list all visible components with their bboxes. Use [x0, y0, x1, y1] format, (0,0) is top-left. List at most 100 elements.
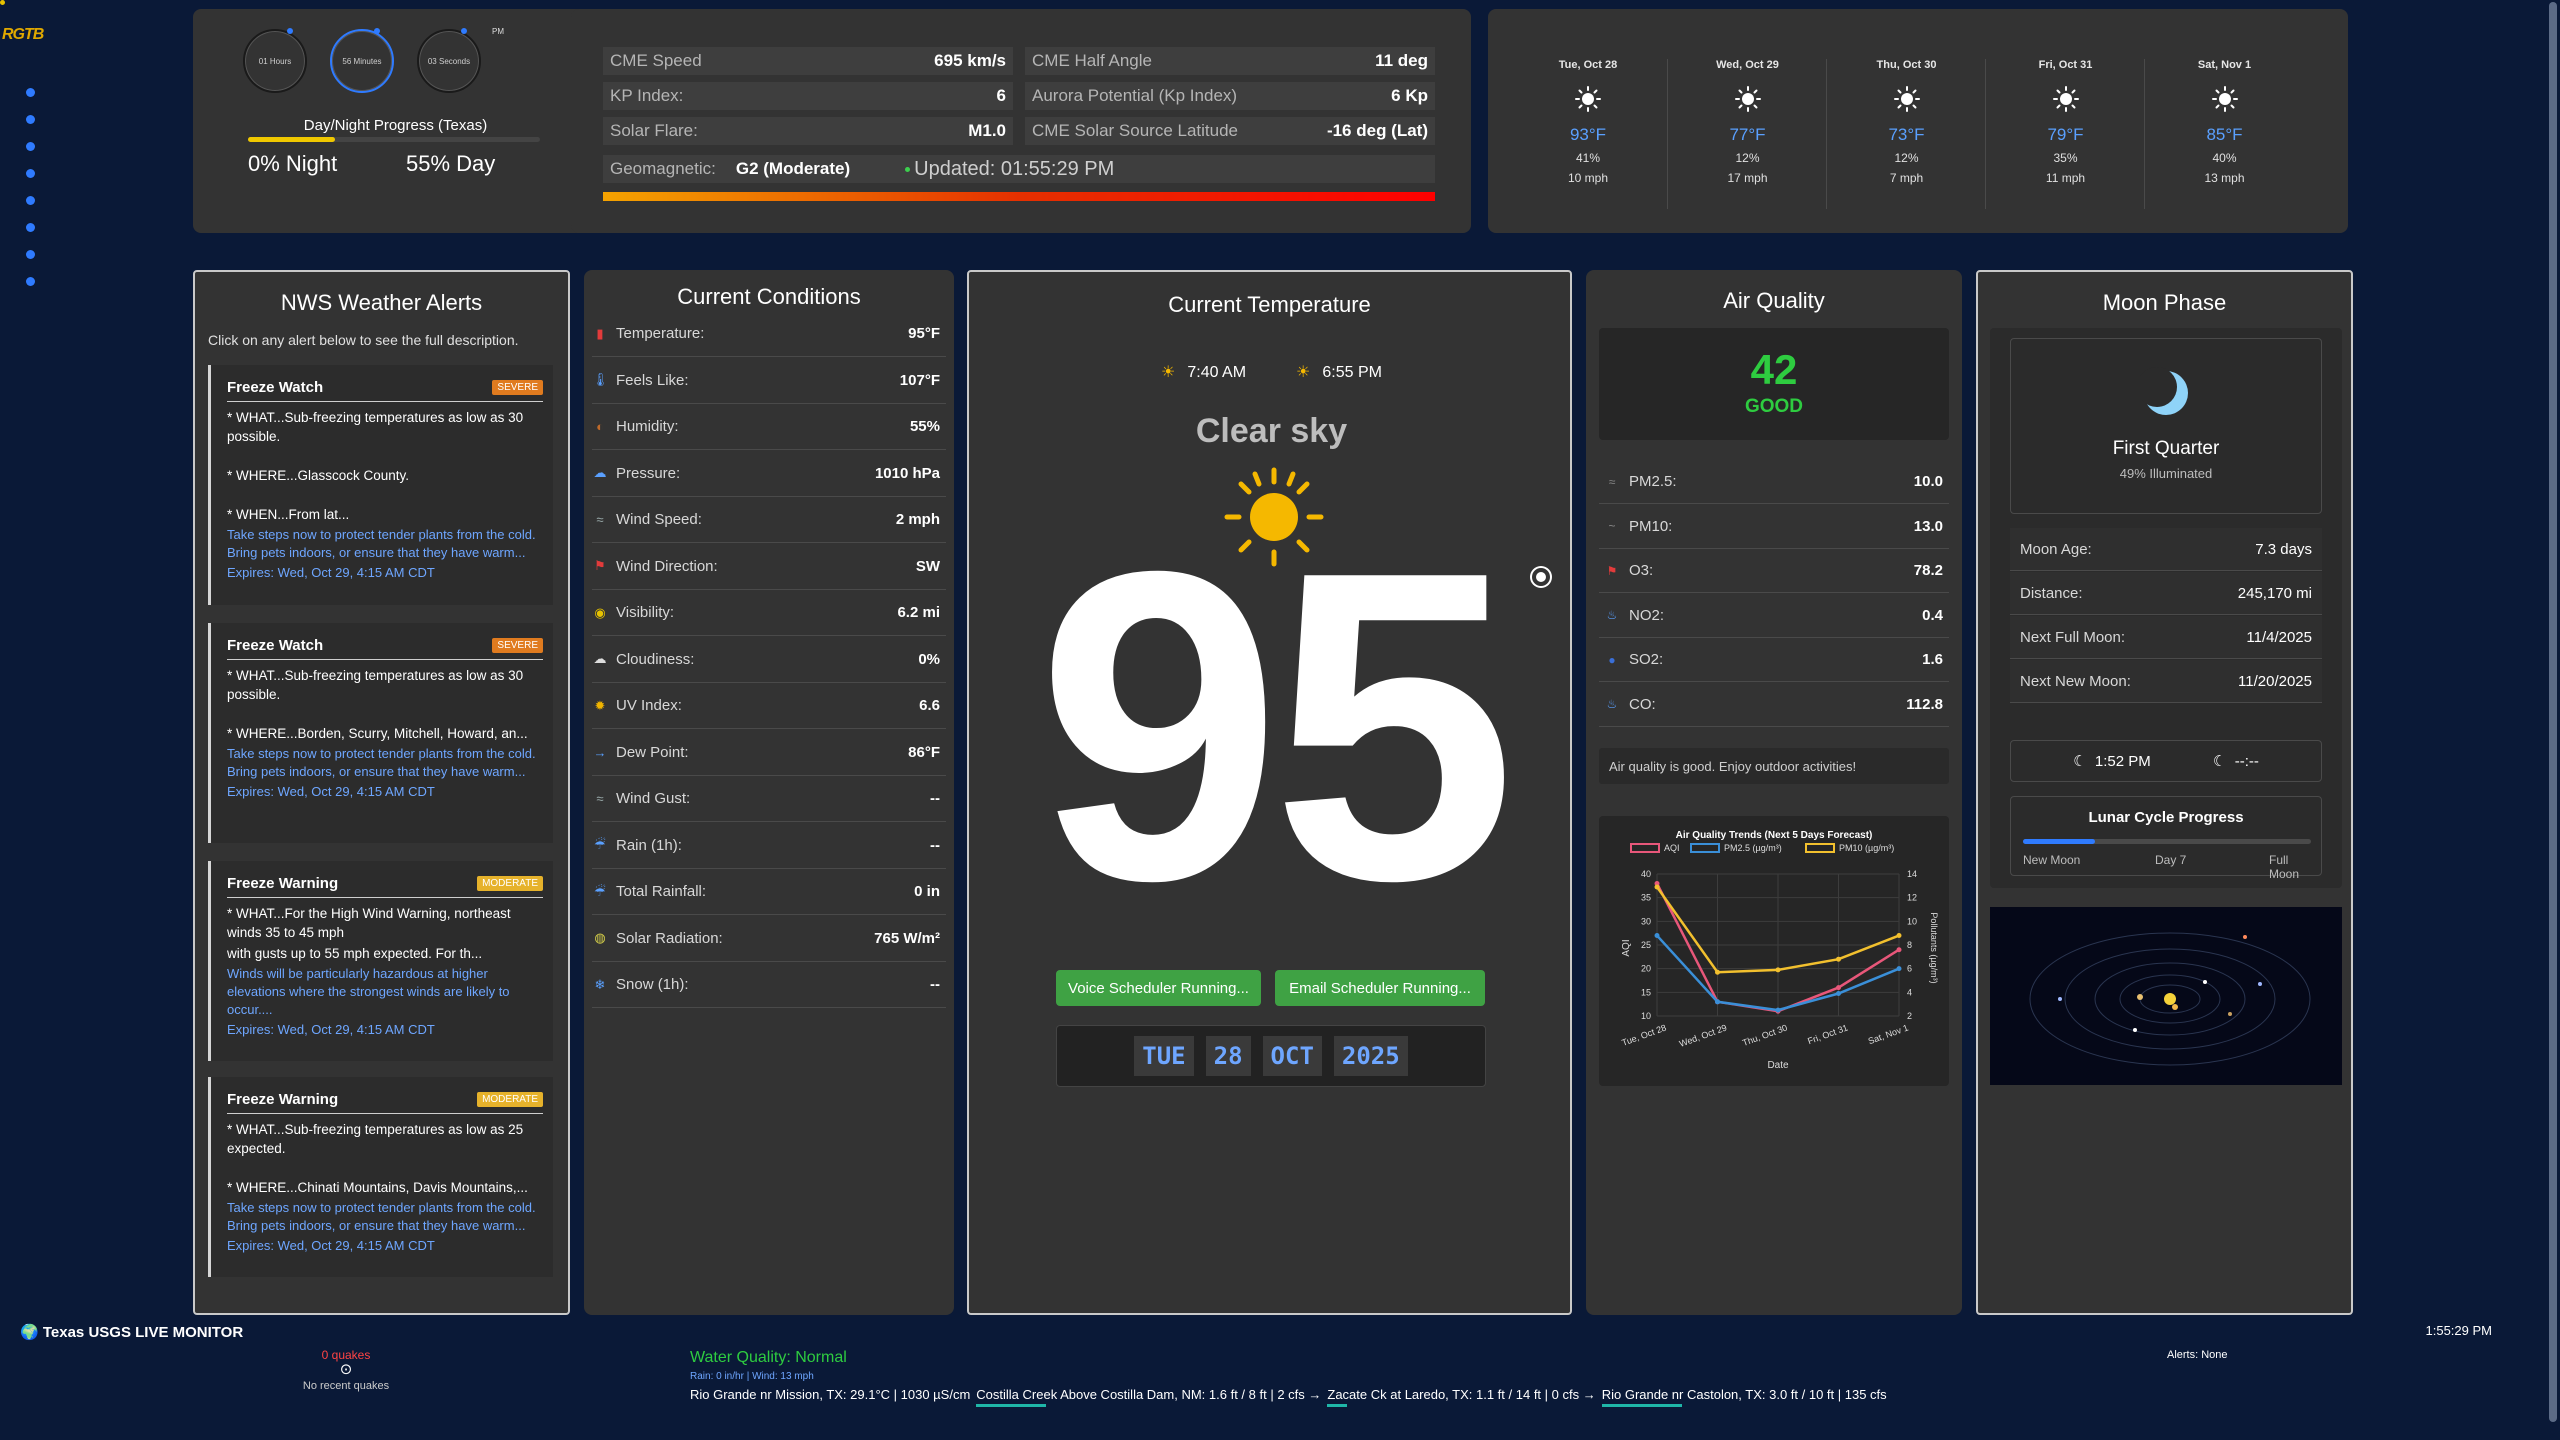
condition-label: Pressure:	[616, 464, 681, 482]
moon-phase-panel: Moon Phase First Quarter 49% Illuminated…	[1976, 270, 2353, 1315]
severity-badge: MODERATE	[477, 876, 543, 891]
sun-times: ☀ 7:40 AM ☀ 6:55 PM	[969, 362, 1574, 382]
wind-gust-icon: ≈	[596, 791, 604, 806]
pollutant-value: 10.0	[1913, 473, 1943, 490]
alert-card[interactable]: Freeze Watch SEVERE * WHAT...Sub-freezing…	[208, 365, 553, 605]
moonrise: ☾ 1:52 PM	[2073, 753, 2151, 770]
kp-gradient-bar	[603, 192, 1435, 201]
x-tick-label: Thu, Oct 30	[1741, 1022, 1789, 1047]
eye-icon: ◉	[594, 604, 606, 620]
air-quality-chart-svg: Air Quality Trends (Next 5 Days Forecast…	[1620, 830, 1939, 1071]
minutes-ring: 56 Minutes	[330, 28, 394, 93]
live-indicator-icon	[905, 166, 911, 172]
sunset: ☀ 6:55 PM	[1296, 364, 1382, 381]
next-full-moon-row: Next Full Moon: 11/4/2025	[2010, 616, 2322, 659]
nav-dot[interactable]	[26, 115, 35, 124]
nav-dot[interactable]	[26, 88, 35, 97]
nav-dot[interactable]	[26, 250, 35, 259]
condition-value: --	[930, 836, 940, 854]
nav-dot[interactable]	[26, 142, 35, 151]
condition-label: Wind Direction:	[616, 557, 718, 575]
condition-row: ☁ Cloudiness: 0%	[592, 637, 946, 683]
y2-tick-label: 10	[1907, 916, 1917, 926]
severity-badge: SEVERE	[492, 638, 543, 653]
daynight-progress-fill	[248, 137, 335, 142]
moon-icon	[2137, 367, 2188, 415]
condition-row: ▮ Temperature: 95°F	[592, 311, 946, 357]
forecast-day: Wed, Oct 29 77°F 12% 17 mph	[1667, 59, 1827, 209]
source-latitude-cell: CME Solar Source Latitude -16 deg (Lat)	[1025, 117, 1435, 145]
data-point	[1896, 966, 1902, 972]
pm10-icon: ~	[1608, 519, 1616, 533]
alert-card[interactable]: Freeze Watch SEVERE * WHAT...Sub-freezing…	[208, 623, 553, 843]
data-point	[1836, 956, 1841, 962]
forecast-date: Thu, Oct 30	[1876, 59, 1937, 71]
y2-tick-label: 12	[1907, 893, 1917, 903]
condition-value: --	[930, 790, 940, 807]
severity-badge: MODERATE	[477, 1092, 543, 1107]
legend-label: PM2.5 (µg/m³)	[1724, 843, 1782, 853]
solar-radiation-icon: ◍	[594, 930, 606, 945]
river-gauge-ticker: Rio Grande nr Mission, TX: 29.1°C | 1030…	[690, 1387, 1887, 1407]
alert-card[interactable]: Freeze Warning MODERATE * WHAT...Sub-free…	[208, 1077, 553, 1277]
condition-label: Total Rainfall:	[616, 883, 707, 900]
moon-illumination: 49% Illuminated	[2119, 466, 2213, 481]
pollutant-label: SO2:	[1629, 651, 1664, 668]
moon-phase-card: First Quarter 49% Illuminated	[2010, 338, 2322, 514]
pollutant-value: 0.4	[1922, 606, 1943, 624]
next-new-moon-row: Next New Moon: 11/20/2025	[2010, 660, 2322, 703]
condition-label: UV Index:	[616, 697, 682, 714]
email-scheduler-button[interactable]: Email Scheduler Running...	[1275, 970, 1485, 1006]
condition-value: 2 mph	[895, 511, 940, 528]
condition-value: 1010 hPa	[874, 464, 940, 482]
alert-card[interactable]: Freeze Warning MODERATE * WHAT...For the …	[208, 861, 553, 1061]
usgs-alerts: Alerts: None	[2167, 1349, 2228, 1361]
temperature-value: 95	[1036, 481, 1516, 972]
scrollbar[interactable]	[2546, 0, 2560, 1440]
condition-row: → Dew Point: 86°F	[592, 730, 946, 776]
condition-label: Dew Point:	[616, 743, 689, 761]
forecast-day: Thu, Oct 30 73°F 12% 7 mph	[1826, 59, 1986, 209]
feels-like-icon: 🌡	[592, 372, 609, 387]
updated-time: Updated: 01:55:29 PM	[914, 157, 1115, 180]
condition-value: 0%	[918, 650, 940, 668]
condition-label: Wind Speed:	[616, 511, 702, 528]
forecast-precip: 12%	[1894, 151, 1919, 165]
chart-title: Air Quality Trends (Next 5 Days Forecast…	[1676, 830, 1873, 841]
moon-age-row: Moon Age: 7.3 days	[2010, 528, 2322, 571]
condition-row: ☁ Pressure: 1010 hPa	[592, 451, 946, 497]
air-quality-chart: Air Quality Trends (Next 5 Days Forecast…	[1599, 816, 1949, 1086]
voice-scheduler-button[interactable]: Voice Scheduler Running...	[1056, 970, 1261, 1006]
aqi-summary: 42 GOOD	[1599, 328, 1949, 440]
nav-dot[interactable]	[26, 196, 35, 205]
current-temperature-panel: Current Temperature ☀ 7:40 AM ☀ 6:55 PM Cl…	[967, 270, 1572, 1315]
forecast-temp: 77°F	[1729, 125, 1766, 144]
forecast-wind: 7 mph	[1889, 171, 1924, 185]
nav-dot[interactable]	[26, 223, 35, 232]
nav-dot[interactable]	[26, 169, 35, 178]
severity-badge: SEVERE	[492, 380, 543, 395]
legend-swatch	[1630, 843, 1660, 853]
condition-row: ⚑ Wind Direction: SW	[592, 544, 946, 590]
forecast-wind: 10 mph	[1567, 171, 1609, 185]
legend-swatch	[1690, 843, 1720, 853]
condition-label: Temperature:	[616, 325, 705, 342]
solar-flare-cell: Solar Flare: M1.0	[603, 117, 1013, 145]
pressure-icon: ☁	[593, 465, 607, 480]
alerts-intro: Click on any alert below to see the full…	[208, 332, 519, 348]
moonset-icon: ☾	[2212, 753, 2227, 770]
condition-row: ◍ Solar Radiation: 765 W/m²	[592, 916, 946, 962]
quakes-count: 0 quakes	[321, 1348, 371, 1362]
lunar-mid-label: Day 7	[2155, 853, 2187, 867]
y-tick-label: 30	[1641, 916, 1651, 926]
nav-dot[interactable]	[26, 277, 35, 286]
quakes-widget: 0 quakes ⊙ No recent quakes	[300, 1348, 392, 1392]
condition-value: 95°F	[908, 325, 940, 342]
y-tick-label: 15	[1641, 987, 1651, 997]
forecast-date: Wed, Oct 29	[1716, 59, 1779, 71]
cme-speed-cell: CME Speed 695 km/s	[603, 47, 1013, 75]
seconds-ring: 03 Seconds	[417, 28, 481, 93]
humidity-icon: ◐	[596, 419, 604, 434]
scrollbar-thumb[interactable]	[2549, 2, 2557, 1422]
pollutant-label: CO:	[1629, 695, 1656, 713]
